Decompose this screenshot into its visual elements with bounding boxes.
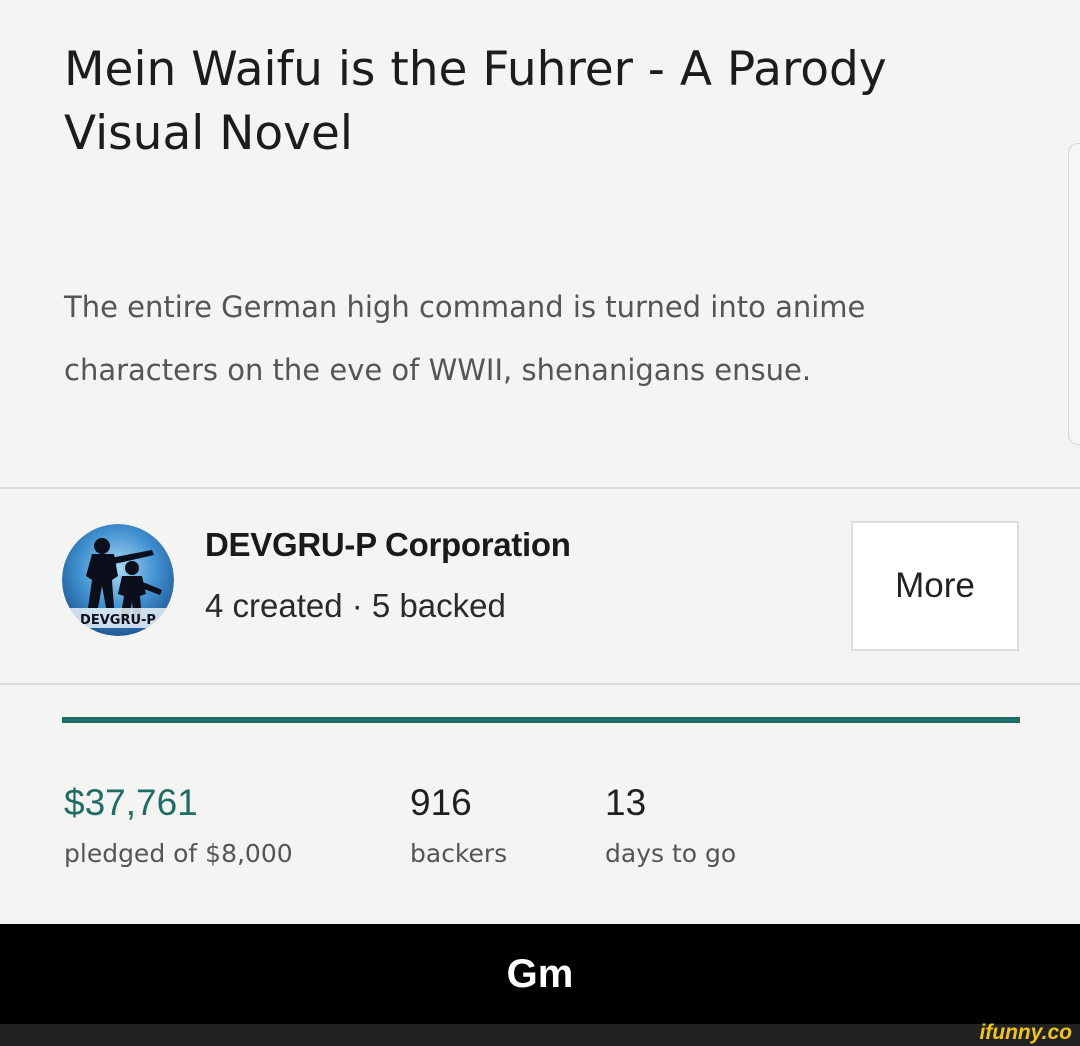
side-panel-edge	[1068, 143, 1080, 445]
backers-label: backers	[410, 839, 508, 868]
pledged-amount: $37,761	[64, 782, 198, 823]
funding-progress-bar	[62, 717, 1020, 723]
ifunny-watermark: ifunny.co	[979, 1021, 1072, 1044]
more-button[interactable]: More	[851, 521, 1019, 651]
soldiers-logo-icon: DEVGRU-P	[62, 524, 174, 636]
meme-caption-bar: Gm	[0, 924, 1080, 1024]
funding-progress-fill	[62, 717, 1020, 723]
avatar-logo-text: DEVGRU-P	[80, 613, 156, 628]
project-blurb: The entire German high command is turned…	[64, 290, 866, 387]
days-label: days to go	[605, 839, 737, 868]
days-stat: 13 days to go	[605, 780, 736, 870]
creator-name[interactable]: DEVGRU-P Corporation	[205, 526, 571, 564]
project-title: Mein Waifu is the Fuhrer - A Parody Visu…	[64, 42, 887, 161]
creator-stats: 4 created · 5 backed	[205, 587, 506, 624]
backers-stat: 916 backers	[410, 780, 507, 870]
creator-avatar[interactable]: DEVGRU-P	[62, 524, 174, 636]
pledged-label: pledged of $8,000	[64, 839, 293, 868]
divider	[0, 487, 1080, 489]
pledged-stat: $37,761 pledged of $8,000	[64, 780, 293, 870]
kickstarter-project-screenshot: Mein Waifu is the Fuhrer - A Parody Visu…	[0, 0, 1080, 924]
divider	[0, 683, 1080, 685]
meme-caption: Gm	[506, 951, 574, 996]
days-count: 13	[605, 782, 647, 823]
backers-count: 916	[410, 782, 472, 823]
footer-bar	[0, 1024, 1080, 1046]
